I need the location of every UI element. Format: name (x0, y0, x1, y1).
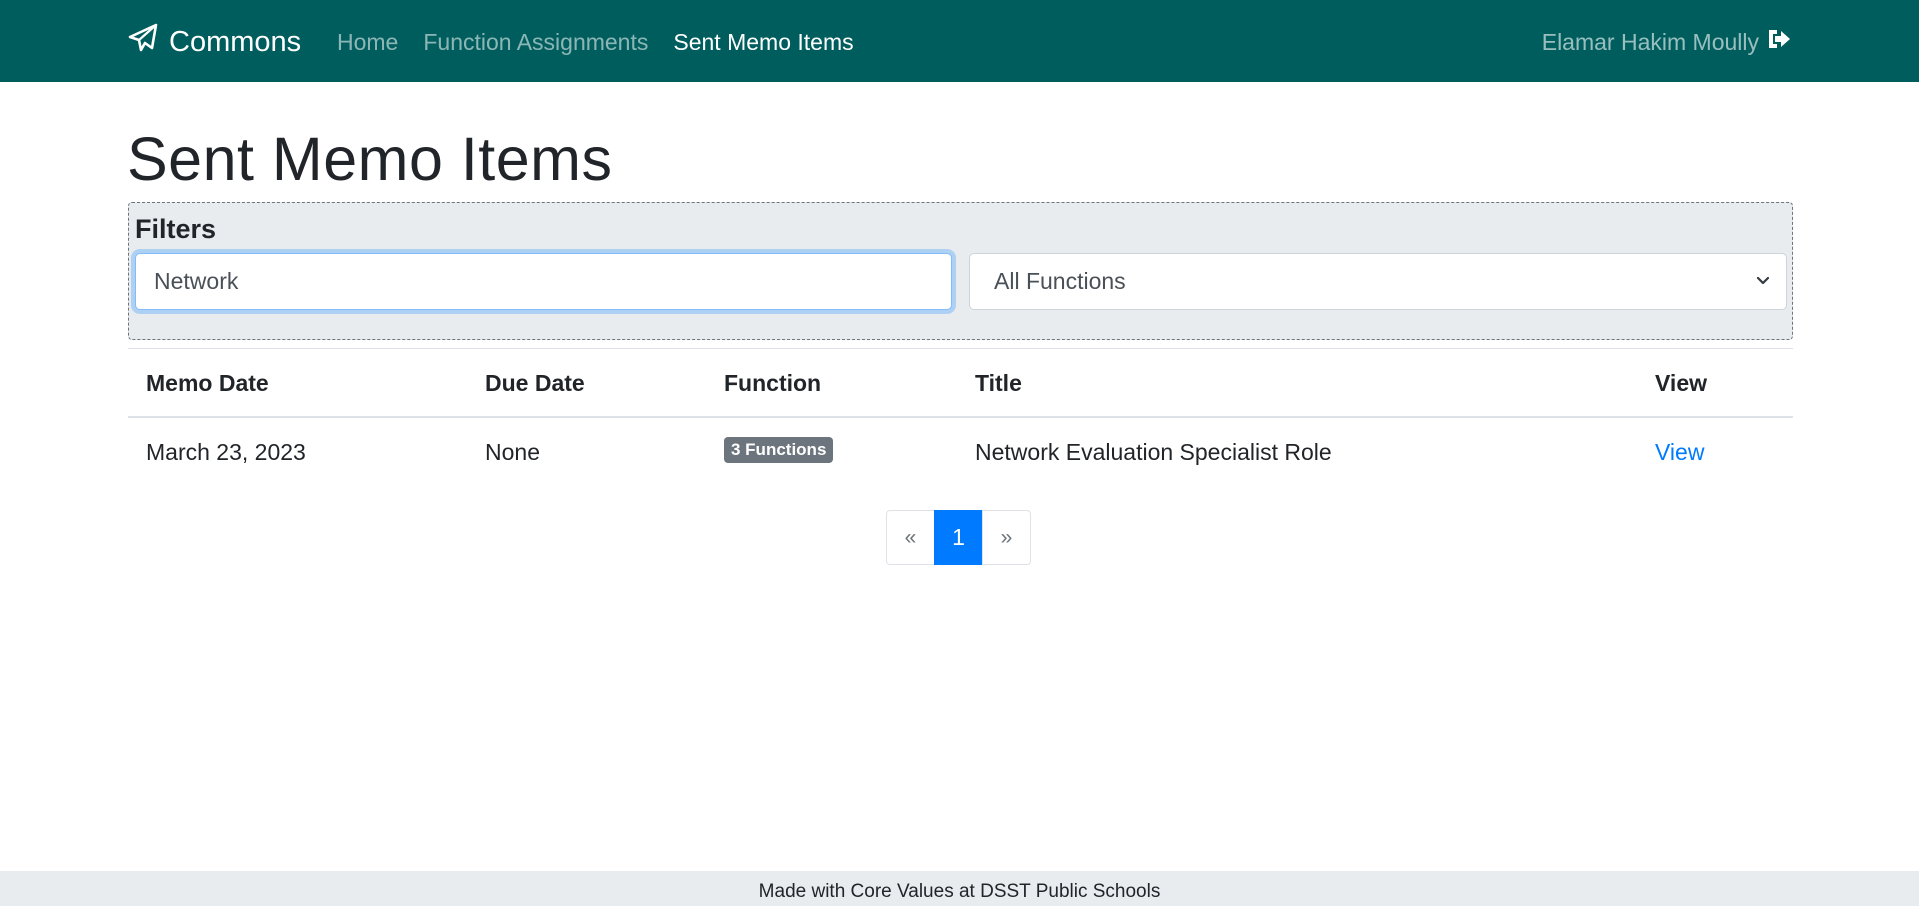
sign-out-icon[interactable] (1766, 27, 1792, 57)
header-divider (128, 416, 1793, 418)
search-input[interactable] (135, 253, 952, 310)
chevron-down-icon (1754, 268, 1770, 295)
footer: Made with Core Values at DSST Public Sch… (0, 871, 1919, 906)
page-title: Sent Memo Items (127, 125, 613, 193)
column-header-memo-date[interactable]: Memo Date (146, 370, 269, 397)
paper-plane-icon (127, 22, 159, 62)
title-cell: Network Evaluation Specialist Role (975, 439, 1332, 465)
pagination-page-current[interactable]: 1 (934, 510, 983, 565)
brand-label: Commons (169, 25, 302, 58)
top-navbar: Commons Home Function Assignments Sent M… (0, 0, 1919, 82)
pagination: « 1 » (886, 510, 1031, 565)
user-menu[interactable]: Elamar Hakim Moully (1542, 22, 1792, 62)
filters-panel: Filters All Functions (128, 202, 1793, 340)
nav-home[interactable]: Home (337, 29, 398, 56)
column-header-title[interactable]: Title (975, 370, 1022, 397)
pagination-next[interactable]: » (982, 510, 1031, 565)
column-header-view: View (1655, 370, 1707, 396)
table-top-border (128, 348, 1793, 349)
brand-link[interactable]: Commons (127, 22, 301, 62)
due-date-cell: None (485, 439, 540, 465)
nav-function-assignments[interactable]: Function Assignments (423, 29, 648, 56)
function-select-value: All Functions (994, 268, 1126, 294)
column-header-function[interactable]: Function (724, 370, 821, 397)
footer-text: Made with Core Values at DSST Public Sch… (758, 881, 1161, 902)
view-link[interactable]: View (1655, 439, 1704, 466)
filters-heading: Filters (135, 214, 217, 244)
pagination-prev[interactable]: « (886, 510, 935, 565)
column-header-due-date[interactable]: Due Date (485, 370, 585, 397)
main-nav: Home Function Assignments Sent Memo Item… (337, 22, 854, 62)
function-select[interactable]: All Functions (969, 253, 1787, 310)
function-count-badge[interactable]: 3 Functions (724, 437, 834, 463)
memo-date-cell: March 23, 2023 (146, 439, 306, 465)
nav-sent-memo-items[interactable]: Sent Memo Items (673, 29, 853, 56)
user-name: Elamar Hakim Moully (1541, 28, 1759, 55)
